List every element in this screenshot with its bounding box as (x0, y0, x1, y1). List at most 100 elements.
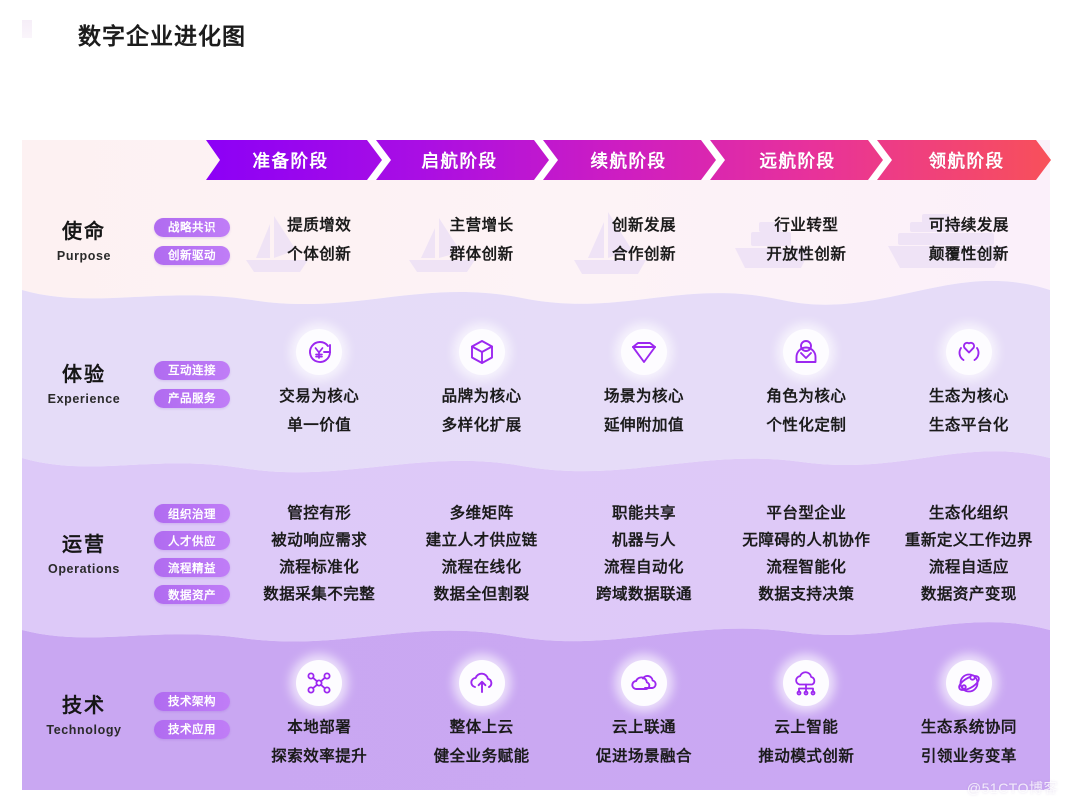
cell-operations-4: 生态化组织 重新定义工作边界 流程自适应 数据资产变现 (888, 468, 1050, 640)
tag-purpose-0[interactable]: 战略共识 (154, 217, 230, 237)
row-operations-header: 运营 Operations (22, 533, 146, 576)
row-operations-tags: 组织治理 人才供应 流程精益 数据资产 (146, 504, 238, 604)
cell-experience-0: 交易为核心 单一价值 (238, 300, 400, 468)
row-experience-title-en: Experience (47, 391, 121, 406)
row-technology-header: 技术 Technology (22, 694, 146, 737)
tag-operations-1[interactable]: 人才供应 (154, 531, 230, 550)
cell-line: 被动响应需求 (271, 531, 368, 549)
cell-line: 群体创新 (449, 246, 514, 263)
cell-operations-2: 职能共享 机器与人 流程自动化 跨域数据联通 (563, 468, 725, 640)
yuan-refresh-icon (296, 328, 343, 375)
cell-line: 场景为核心 (604, 387, 685, 405)
cell-line: 流程自动化 (604, 559, 685, 576)
row-experience: 体验 Experience 互动连接 产品服务 交易为核心 单一价值 品牌为核心… (22, 300, 1050, 468)
cell-line: 云上联通 (612, 718, 677, 736)
cell-line: 颠覆性创新 (928, 246, 1009, 263)
cell-line: 开放性创新 (766, 246, 847, 263)
stage-label-2[interactable]: 续航阶段 (544, 140, 713, 180)
row-experience-title-cn: 体验 (62, 363, 106, 386)
tag-operations-0[interactable]: 组织治理 (154, 504, 230, 523)
tag-experience-0[interactable]: 互动连接 (154, 360, 230, 380)
cell-technology-0: 本地部署 探索效率提升 (238, 640, 400, 790)
cell-line: 生态系统协同 (920, 718, 1017, 736)
cell-purpose-3: 行业转型 开放性创新 (725, 182, 887, 300)
row-purpose-tags: 战略共识 创新驱动 (146, 217, 238, 265)
cell-line: 提质增效 (287, 217, 352, 235)
cell-technology-1: 整体上云 健全业务赋能 (400, 640, 562, 790)
row-operations-cells: 管控有形 被动响应需求 流程标准化 数据采集不完整 多维矩阵 建立人才供应链 流… (238, 468, 1050, 640)
cell-line: 管控有形 (287, 504, 352, 522)
cell-line: 整体上云 (449, 718, 514, 736)
stage-label-3[interactable]: 远航阶段 (713, 140, 882, 180)
cell-line: 本地部署 (287, 718, 352, 736)
row-purpose-title-en: Purpose (56, 248, 112, 263)
cell-line: 跨域数据联通 (596, 586, 693, 604)
clouds-icon (621, 659, 668, 706)
cell-line: 主营增长 (449, 217, 514, 235)
cell-operations-3: 平台型企业 无障碍的人机协作 流程智能化 数据支持决策 (725, 468, 887, 640)
tag-operations-2[interactable]: 流程精益 (154, 558, 230, 577)
cell-line: 个体创新 (287, 246, 352, 263)
cell-experience-4: 生态为核心 生态平台化 (888, 300, 1050, 468)
cell-operations-0: 管控有形 被动响应需求 流程标准化 数据采集不完整 (238, 468, 400, 640)
cell-experience-1: 品牌为核心 多样化扩展 (400, 300, 562, 468)
cell-line: 重新定义工作边界 (904, 531, 1033, 549)
cell-line: 品牌为核心 (441, 387, 522, 405)
tag-technology-1[interactable]: 技术应用 (154, 719, 230, 739)
cell-line: 数据支持决策 (758, 586, 855, 604)
stage-chevron-bar: 准备阶段 启航阶段 续航阶段 远航阶段 领航阶段 (206, 140, 1051, 180)
row-purpose-header: 使命 Purpose (22, 220, 146, 263)
cell-line: 多样化扩展 (441, 416, 522, 434)
cell-line: 推动模式创新 (758, 747, 855, 765)
cell-line: 角色为核心 (766, 387, 847, 405)
network-nodes-icon (296, 659, 343, 706)
cell-line: 单一价值 (287, 416, 352, 434)
cell-purpose-1: 主营增长 群体创新 (400, 182, 562, 300)
cell-line: 机器与人 (612, 531, 677, 549)
cell-line: 行业转型 (774, 217, 839, 235)
tag-purpose-1[interactable]: 创新驱动 (154, 245, 230, 265)
cube-icon (458, 328, 505, 375)
stage-label-4[interactable]: 领航阶段 (882, 140, 1051, 180)
heart-hands-icon (945, 328, 992, 375)
tag-technology-0[interactable]: 技术架构 (154, 691, 230, 711)
person-icon (783, 328, 830, 375)
row-experience-cells: 交易为核心 单一价值 品牌为核心 多样化扩展 场景为核心 延伸附加值 角色为核心… (238, 300, 1050, 468)
row-operations-title-cn: 运营 (62, 533, 106, 556)
row-purpose-cells: 提质增效 个体创新 主营增长 群体创新 创新发展 合作创新 行业转型 开放性创新… (238, 182, 1050, 300)
cell-operations-1: 多维矩阵 建立人才供应链 流程在线化 数据全但割裂 (400, 468, 562, 640)
cell-purpose-4: 可持续发展 颠覆性创新 (888, 182, 1050, 300)
ecosystem-orbit-icon (945, 659, 992, 706)
row-purpose: 使命 Purpose 战略共识 创新驱动 提质增效 个体创新 主营增长 群体创新… (22, 182, 1050, 300)
tag-operations-3[interactable]: 数据资产 (154, 585, 230, 604)
stage-label-list: 准备阶段 启航阶段 续航阶段 远航阶段 领航阶段 (206, 140, 1051, 180)
row-purpose-title-cn: 使命 (62, 220, 106, 243)
cell-line: 平台型企业 (766, 504, 847, 522)
cell-line: 生态平台化 (928, 416, 1009, 434)
row-experience-tags: 互动连接 产品服务 (146, 360, 238, 408)
cell-line: 云上智能 (774, 718, 839, 736)
cell-line: 建立人才供应链 (425, 531, 538, 549)
cell-line: 流程标准化 (279, 559, 360, 576)
cell-line: 创新发展 (612, 217, 677, 235)
cell-technology-2: 云上联通 促进场景融合 (563, 640, 725, 790)
row-technology-title-en: Technology (46, 722, 122, 737)
diamond-icon (621, 328, 668, 375)
stage-label-1[interactable]: 启航阶段 (375, 140, 544, 180)
tag-experience-1[interactable]: 产品服务 (154, 388, 230, 408)
slide-canvas: 数字企业进化图 准备阶段 启航阶段 续航阶段 远航阶段 领航阶段 使命 Purp… (0, 0, 1072, 810)
cell-line: 引领业务变革 (920, 747, 1017, 765)
cell-line: 多维矩阵 (449, 504, 514, 522)
cell-line: 交易为核心 (279, 387, 360, 405)
row-technology-title-cn: 技术 (62, 694, 106, 717)
row-operations-title-en: Operations (48, 561, 120, 576)
stage-label-0[interactable]: 准备阶段 (206, 140, 375, 180)
cell-line: 合作创新 (612, 246, 677, 263)
page-title: 数字企业进化图 (78, 23, 246, 49)
cell-line: 促进场景融合 (596, 747, 693, 765)
cell-line: 健全业务赋能 (433, 747, 530, 765)
cell-experience-2: 场景为核心 延伸附加值 (563, 300, 725, 468)
cell-line: 探索效率提升 (271, 747, 368, 765)
row-technology-cells: 本地部署 探索效率提升 整体上云 健全业务赋能 云上联通 促进场景融合 云上智能… (238, 640, 1050, 790)
cell-line: 个性化定制 (766, 416, 847, 434)
